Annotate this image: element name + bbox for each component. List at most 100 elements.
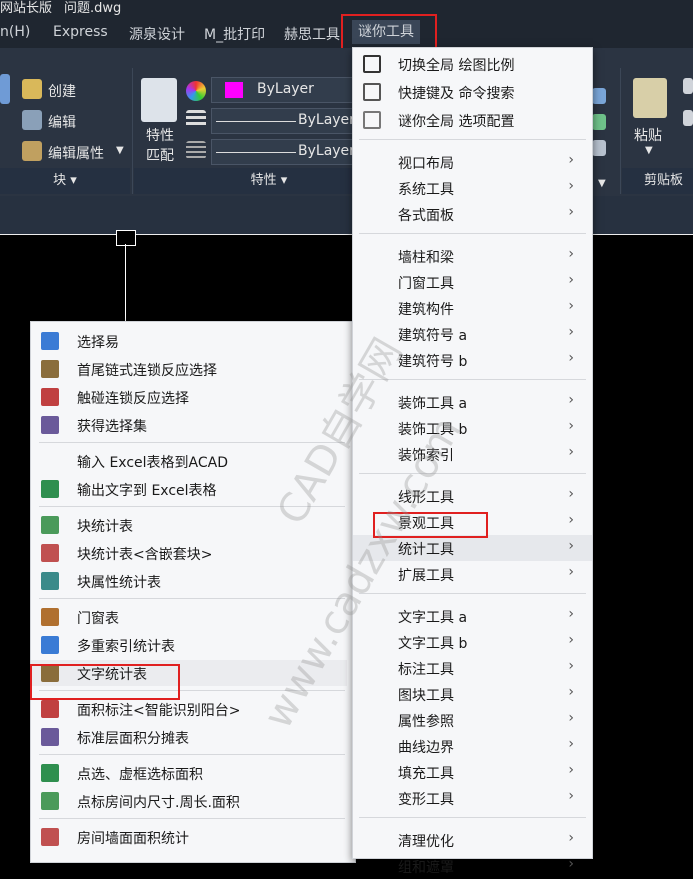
lineweight-dropdown[interactable]: ByLayer	[211, 139, 361, 165]
menu-separator	[39, 818, 345, 819]
match-label-1[interactable]: 特性	[146, 125, 174, 145]
submenu-item-label: 视口布局	[398, 156, 454, 172]
submenu-item-label: 系统工具	[398, 182, 454, 198]
submenu-item-label: 文字工具 b	[398, 636, 468, 652]
app-title: 网站长版	[0, 1, 53, 16]
match-label-2[interactable]: 匹配	[146, 145, 174, 165]
submenu-item-label: 标准层面积分摊表	[77, 731, 189, 747]
submenu-item-label: 属性参照	[398, 714, 454, 730]
block-panel-title[interactable]: 块 ▾	[0, 168, 130, 194]
excel-icon	[41, 480, 59, 498]
lineweight-icon	[186, 141, 206, 159]
cut-icon[interactable]	[683, 110, 693, 126]
mini-tools-menu: 切换全局 绘图比例快捷键及 命令搜索谜你全局 选项配置 视口布局 › 系统工具 › 各式面…	[352, 47, 593, 876]
submenu-item-label: 变形工具	[398, 792, 454, 808]
submenu-item[interactable]: 属性参照 ›	[353, 707, 592, 733]
submenu-item[interactable]: 曲线边界 ›	[353, 733, 592, 759]
chevron-right-icon: ›	[568, 444, 574, 460]
submenu-item[interactable]: 填充工具 ›	[353, 759, 592, 785]
menu-item-top-2[interactable]: 谜你全局 选项配置	[353, 107, 592, 133]
chevron-right-icon: ›	[568, 324, 574, 340]
submenu-item[interactable]: 文字工具 a ›	[353, 603, 592, 629]
chevron-right-icon: ›	[568, 658, 574, 674]
menu-separator	[359, 593, 586, 594]
submenu-item[interactable]: 点选、虚框选标面积	[31, 760, 355, 786]
multi-index-icon	[41, 636, 59, 654]
submenu-item[interactable]: 选择易	[31, 328, 355, 354]
grip-square[interactable]	[116, 230, 136, 246]
submenu-item[interactable]: 图块工具 ›	[353, 681, 592, 707]
submenu-item[interactable]: 墙柱和梁 ›	[353, 243, 592, 269]
chevron-right-icon: ›	[568, 246, 574, 262]
submenu-item-label: 图块工具	[398, 688, 454, 704]
menu-item-label: 谜你全局 选项配置	[398, 114, 515, 130]
submenu-item[interactable]: 各式面板 ›	[353, 201, 592, 227]
submenu-item[interactable]: 标准层面积分摊表	[31, 724, 355, 750]
scale-icon	[363, 55, 381, 73]
chevron-right-icon: ›	[568, 392, 574, 408]
pick-area-icon	[41, 764, 59, 782]
chevron-right-icon: ›	[568, 710, 574, 726]
block-stat-icon	[41, 516, 59, 534]
chevron-down-icon[interactable]: ▼	[645, 145, 653, 156]
menu-express[interactable]: Express	[53, 24, 108, 40]
chevron-right-icon: ›	[568, 152, 574, 168]
submenu-item[interactable]: 系统工具 ›	[353, 175, 592, 201]
highlight-text-stat	[30, 664, 180, 700]
color-dropdown[interactable]: ByLayer	[211, 77, 361, 103]
edit-block-button[interactable]: 编辑	[48, 112, 76, 132]
chevron-down-icon[interactable]: ▼	[598, 178, 606, 189]
menu-yuanquan[interactable]: 源泉设计	[129, 24, 185, 44]
submenu-item[interactable]: 装饰索引 ›	[353, 441, 592, 467]
submenu-item[interactable]: 块统计表<含嵌套块>	[31, 540, 355, 566]
chevron-right-icon: ›	[568, 788, 574, 804]
submenu-item[interactable]: 触碰连锁反应选择	[31, 384, 355, 410]
chevron-right-icon: ›	[568, 178, 574, 194]
chevron-right-icon: ›	[568, 486, 574, 502]
help-icon	[41, 332, 59, 350]
insert-icon[interactable]	[0, 74, 10, 104]
chevron-right-icon: ›	[568, 538, 574, 554]
menu-item-top-0[interactable]: 切换全局 绘图比例	[353, 51, 592, 77]
chevron-right-icon: ›	[568, 762, 574, 778]
submenu-item[interactable]: 清理优化 ›	[353, 827, 592, 853]
submenu-item[interactable]: 组和遮罩 ›	[353, 853, 592, 879]
room-icon	[41, 792, 59, 810]
paste-button[interactable]: 粘贴	[634, 125, 662, 145]
color-wheel-icon[interactable]	[186, 81, 206, 101]
chevron-right-icon: ›	[568, 830, 574, 846]
menu-hesi-tools[interactable]: 赫思工具	[284, 24, 340, 44]
submenu-item-label: 块统计表<含嵌套块>	[77, 547, 213, 563]
calculator-icon[interactable]	[592, 140, 606, 156]
menu-batch-print[interactable]: M_批打印	[204, 24, 265, 44]
submenu-item[interactable]: 文字工具 b ›	[353, 629, 592, 655]
chevron-down-icon[interactable]: ▼	[116, 145, 124, 156]
linetype-dropdown[interactable]: ByLayer	[211, 108, 361, 134]
submenu-item[interactable]: 点标房间内尺寸.周长.面积	[31, 788, 355, 814]
edit-attr-icon	[22, 141, 42, 161]
menu-item-label: 切换全局 绘图比例	[398, 58, 515, 74]
area-icon	[41, 700, 59, 718]
submenu-item[interactable]: 视口布局 ›	[353, 149, 592, 175]
submenu-item[interactable]: 首尾链式连锁反应选择	[31, 356, 355, 382]
chain-icon	[41, 360, 59, 378]
create-block-icon	[22, 79, 42, 99]
shortcut-icon	[363, 83, 381, 101]
group-icon[interactable]	[592, 114, 606, 130]
submenu-item-label: 首尾链式连锁反应选择	[77, 363, 217, 379]
edit-attr-button[interactable]: 编辑属性	[48, 143, 104, 163]
panel-divider	[620, 68, 621, 194]
submenu-item[interactable]: 块属性统计表	[31, 568, 355, 594]
layer-icon[interactable]	[592, 88, 606, 104]
clipboard-panel-title[interactable]: 剪贴板	[622, 168, 693, 194]
copy-icon[interactable]	[683, 78, 693, 94]
submenu-item[interactable]: 房间墙面面积统计	[31, 824, 355, 850]
door-icon	[41, 608, 59, 626]
create-block-button[interactable]: 创建	[48, 81, 76, 101]
edit-block-icon	[22, 110, 42, 130]
menu-help[interactable]: n(H)	[0, 24, 30, 40]
panel-divider	[132, 68, 133, 194]
submenu-item[interactable]: 变形工具 ›	[353, 785, 592, 811]
menu-item-top-1[interactable]: 快捷键及 命令搜索	[353, 79, 592, 105]
submenu-item[interactable]: 标注工具 ›	[353, 655, 592, 681]
